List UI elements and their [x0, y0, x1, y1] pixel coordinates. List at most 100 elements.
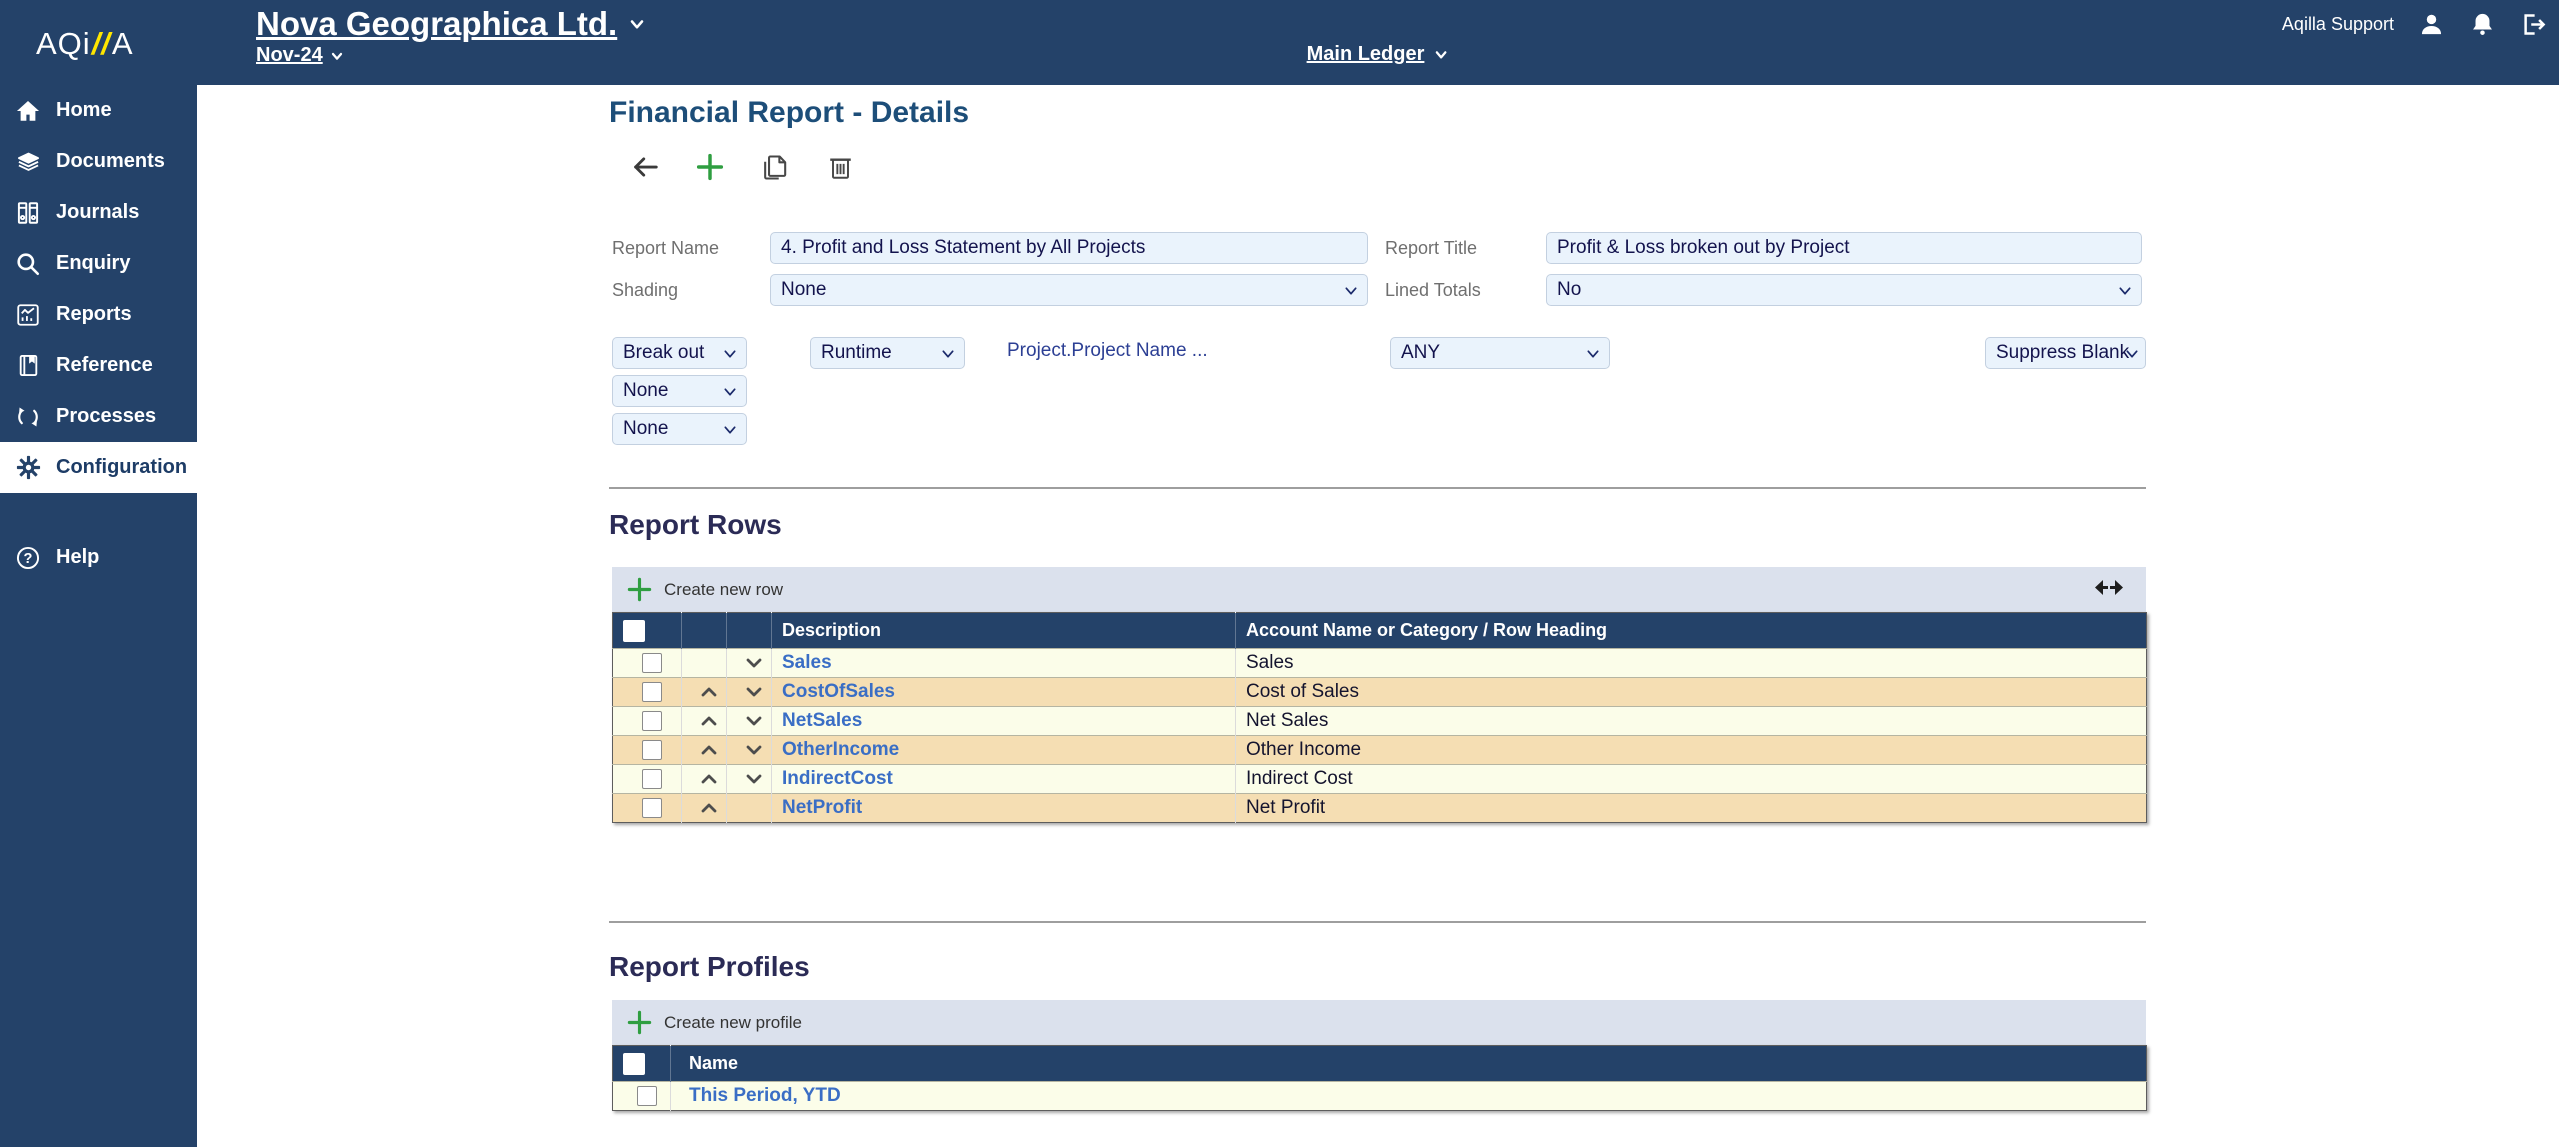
- breakout-none-select-3[interactable]: None: [612, 413, 747, 445]
- sidebar-item-enquiry[interactable]: Enquiry: [0, 238, 197, 289]
- documents-icon: [13, 148, 43, 176]
- row-checkbox[interactable]: [637, 1086, 657, 1106]
- sidebar-item-documents[interactable]: Documents: [0, 136, 197, 187]
- logout-icon[interactable]: [2520, 11, 2547, 38]
- report-title-label: Report Title: [1368, 238, 1546, 259]
- section-divider: [609, 487, 2146, 489]
- sidebar-item-label: Home: [56, 99, 112, 122]
- refresh-icon: [13, 403, 43, 431]
- bell-icon[interactable]: [2469, 11, 2496, 38]
- move-up-icon[interactable]: [698, 681, 720, 703]
- report-title-input[interactable]: [1546, 232, 2142, 264]
- row-account-name: Other Income: [1246, 739, 1361, 760]
- row-description-link[interactable]: NetSales: [782, 710, 862, 731]
- sidebar-item-label: Enquiry: [56, 252, 130, 275]
- top-header: AQi//A Nova Geographica Ltd. Nov-24 Main…: [0, 0, 2559, 85]
- add-button[interactable]: [694, 151, 726, 183]
- row-checkbox[interactable]: [642, 798, 662, 818]
- row-checkbox[interactable]: [642, 682, 662, 702]
- book-icon: [13, 352, 43, 380]
- profile-name-link[interactable]: This Period, YTD: [689, 1085, 841, 1106]
- period-selector[interactable]: Nov-24: [256, 44, 647, 67]
- row-description-link[interactable]: CostOfSales: [782, 681, 895, 702]
- sidebar-item-label: Journals: [56, 201, 139, 224]
- row-checkbox[interactable]: [642, 711, 662, 731]
- logo-text-end: A: [112, 26, 134, 61]
- sidebar-item-label: Reports: [56, 303, 132, 326]
- sidebar-item-reference[interactable]: Reference: [0, 340, 197, 391]
- table-row: OtherIncome Other Income: [613, 736, 2147, 765]
- sidebar-item-configuration[interactable]: Configuration: [0, 442, 197, 493]
- report-detail-form: Report Name Report Title Shading None Li…: [612, 232, 2146, 306]
- row-description-link[interactable]: Sales: [782, 652, 832, 673]
- ledger-selector[interactable]: Main Ledger: [1307, 43, 1450, 66]
- create-new-profile-button[interactable]: Create new profile: [626, 1009, 802, 1036]
- chevron-down-icon: [940, 346, 956, 362]
- section-divider: [609, 921, 2146, 923]
- row-checkbox[interactable]: [642, 769, 662, 789]
- chevron-down-icon: [627, 14, 647, 34]
- project-name-link[interactable]: Project.Project Name ...: [1007, 340, 1208, 362]
- row-description-link[interactable]: IndirectCost: [782, 768, 893, 789]
- delete-button[interactable]: [824, 151, 856, 183]
- row-checkbox[interactable]: [642, 740, 662, 760]
- breakout-none-select-2[interactable]: None: [612, 375, 747, 407]
- row-description-link[interactable]: NetProfit: [782, 797, 862, 818]
- select-all-checkbox[interactable]: [623, 620, 645, 642]
- copy-icon: [760, 152, 791, 183]
- row-account-name: Net Profit: [1246, 797, 1325, 818]
- record-toolbar: [629, 151, 856, 183]
- search-icon: [13, 250, 43, 278]
- move-down-icon[interactable]: [743, 768, 765, 790]
- sidebar-item-reports[interactable]: Reports: [0, 289, 197, 340]
- chevron-down-icon: [722, 384, 738, 400]
- add-icon: [626, 576, 653, 603]
- break-out-value: Break out: [623, 342, 704, 364]
- sidebar-item-processes[interactable]: Processes: [0, 391, 197, 442]
- sidebar-item-help[interactable]: ? Help: [0, 532, 197, 583]
- sidebar-item-label: Reference: [56, 354, 153, 377]
- sidebar-item-label: Documents: [56, 150, 165, 173]
- select-all-checkbox[interactable]: [623, 1053, 645, 1075]
- any-select[interactable]: ANY: [1390, 337, 1610, 369]
- move-down-icon[interactable]: [743, 681, 765, 703]
- copy-button[interactable]: [759, 151, 791, 183]
- lined-totals-value: No: [1557, 279, 1581, 301]
- move-down-icon[interactable]: [743, 710, 765, 732]
- create-new-row-button[interactable]: Create new row: [626, 576, 783, 603]
- move-up-icon[interactable]: [698, 710, 720, 732]
- page-title: Financial Report - Details: [609, 96, 969, 130]
- sidebar-item-home[interactable]: Home: [0, 85, 197, 136]
- report-name-input[interactable]: [770, 232, 1368, 264]
- table-header-row: Name: [613, 1046, 2147, 1082]
- shading-select[interactable]: None: [770, 274, 1368, 306]
- chevron-down-icon: [329, 48, 345, 64]
- resize-columns-button[interactable]: [2094, 579, 2124, 601]
- move-up-icon[interactable]: [698, 739, 720, 761]
- journals-icon: [13, 199, 43, 227]
- chart-icon: [13, 301, 43, 329]
- move-down-icon[interactable]: [743, 739, 765, 761]
- sidebar-item-journals[interactable]: Journals: [0, 187, 197, 238]
- table-row: NetSales Net Sales: [613, 707, 2147, 736]
- sidebar-nav: Home Documents Journals Enquiry Reports …: [0, 85, 197, 1147]
- row-description-link[interactable]: OtherIncome: [782, 739, 899, 760]
- move-up-icon[interactable]: [698, 797, 720, 819]
- sidebar-item-label: Configuration: [56, 456, 187, 479]
- back-icon: [630, 152, 660, 182]
- runtime-value: Runtime: [821, 342, 892, 364]
- table-row: CostOfSales Cost of Sales: [613, 678, 2147, 707]
- move-up-icon[interactable]: [698, 768, 720, 790]
- user-icon[interactable]: [2418, 11, 2445, 38]
- row-checkbox[interactable]: [642, 653, 662, 673]
- back-button[interactable]: [629, 151, 661, 183]
- runtime-select[interactable]: Runtime: [810, 337, 965, 369]
- none-value: None: [623, 380, 668, 402]
- lined-totals-select[interactable]: No: [1546, 274, 2142, 306]
- break-out-select[interactable]: Break out: [612, 337, 747, 369]
- logo-text: AQi: [36, 26, 91, 61]
- report-rows-heading: Report Rows: [609, 509, 782, 541]
- move-down-icon[interactable]: [743, 652, 765, 674]
- company-selector[interactable]: Nova Geographica Ltd.: [256, 5, 647, 43]
- suppress-blank-select[interactable]: Suppress Blank: [1985, 337, 2146, 369]
